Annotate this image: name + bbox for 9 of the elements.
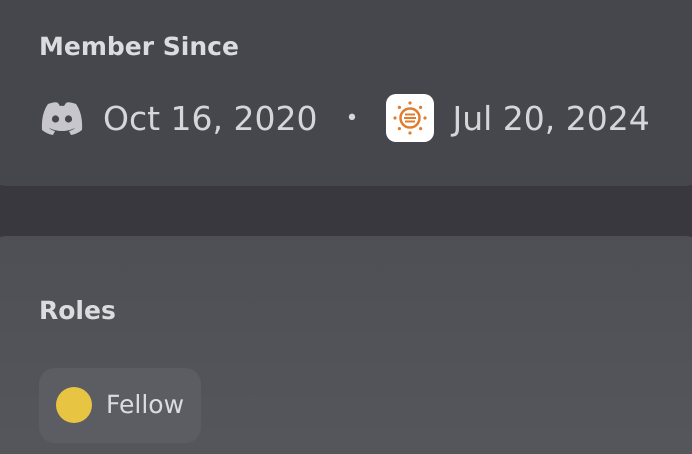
role-name: Fellow bbox=[106, 389, 184, 422]
section-title: Member Since bbox=[39, 31, 240, 63]
date-text: Jul 20, 2024 bbox=[452, 98, 650, 140]
role-tag[interactable]: Fellow bbox=[39, 368, 202, 442]
date-text: Oct 16, 2020 bbox=[103, 98, 318, 140]
separator-dot: • bbox=[346, 104, 358, 133]
game-controller-icon bbox=[39, 100, 85, 136]
section-title: Roles bbox=[39, 295, 117, 327]
sun-logo-icon bbox=[386, 94, 434, 142]
